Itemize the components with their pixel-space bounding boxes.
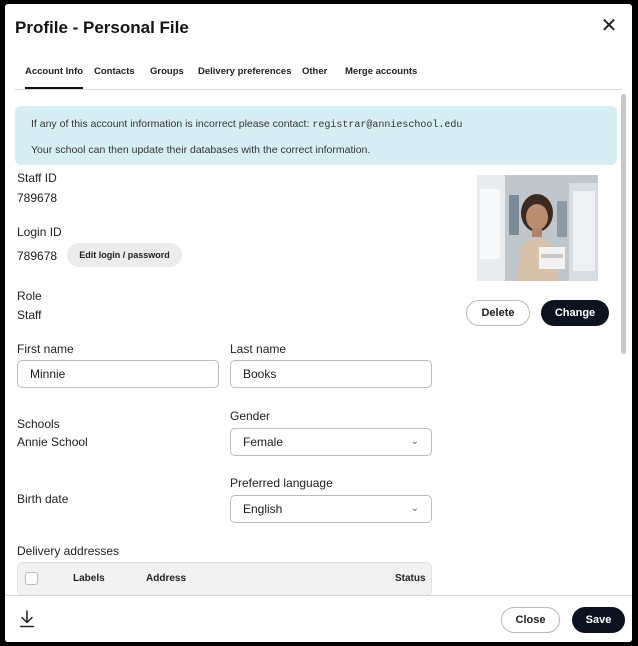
first-name-label: First name <box>17 342 74 356</box>
tab-delivery-preferences[interactable]: Delivery preferences <box>198 66 291 77</box>
gender-select[interactable]: Female ⌄ <box>230 428 432 456</box>
last-name-input[interactable]: Books <box>230 360 432 388</box>
scrollbar[interactable] <box>621 94 626 354</box>
chevron-down-icon: ⌄ <box>410 436 419 447</box>
delete-photo-button[interactable]: Delete <box>466 300 530 326</box>
close-button[interactable]: Close <box>501 607 560 633</box>
preferred-language-label: Preferred language <box>230 476 333 490</box>
column-header-address[interactable]: Address <box>146 573 186 584</box>
gender-label: Gender <box>230 409 271 423</box>
role-label: Role <box>17 289 42 303</box>
contact-email: registrar@annieschool.edu <box>312 120 463 131</box>
select-all-checkbox[interactable] <box>25 572 38 585</box>
tab-groups[interactable]: Groups <box>150 66 184 77</box>
edit-login-password-button[interactable]: Edit login / password <box>67 243 182 267</box>
account-info-panel: If any of this account information is in… <box>5 90 632 595</box>
notice-line-1: If any of this account information is in… <box>31 118 462 131</box>
delivery-addresses-table-header: Labels Address Status <box>17 562 432 595</box>
profile-photo <box>477 175 598 281</box>
gender-selected-value: Female <box>243 435 284 449</box>
tab-account-info[interactable]: Account Info <box>25 66 84 89</box>
last-name-label: Last name <box>230 342 287 356</box>
profile-modal: Profile - Personal File ✕ Account Info C… <box>5 4 632 642</box>
save-button[interactable]: Save <box>572 607 625 633</box>
language-selected-value: English <box>243 502 283 516</box>
staff-id-value: 789678 <box>17 191 58 205</box>
tab-contacts[interactable]: Contacts <box>94 66 135 77</box>
schools-label: Schools <box>17 417 60 431</box>
login-id-value: 789678 <box>17 249 58 263</box>
delivery-addresses-label: Delivery addresses <box>17 544 120 558</box>
tab-other[interactable]: Other <box>302 66 327 77</box>
notice-line-2: Your school can then update their databa… <box>31 144 371 156</box>
birth-date-label: Birth date <box>17 492 69 506</box>
tab-merge-accounts[interactable]: Merge accounts <box>345 66 417 77</box>
change-photo-button[interactable]: Change <box>541 300 609 326</box>
preferred-language-select[interactable]: English ⌄ <box>230 495 432 523</box>
close-icon[interactable]: ✕ <box>599 16 619 36</box>
chevron-down-icon: ⌄ <box>410 503 419 514</box>
modal-header: Profile - Personal File ✕ <box>5 4 632 54</box>
column-header-status[interactable]: Status <box>395 573 426 584</box>
download-icon[interactable] <box>19 610 35 628</box>
staff-id-label: Staff ID <box>17 171 57 185</box>
role-value: Staff <box>17 308 42 322</box>
info-notice: If any of this account information is in… <box>15 106 617 165</box>
notice-text: If any of this account information is in… <box>31 118 310 130</box>
first-name-input[interactable]: Minnie <box>17 360 219 388</box>
login-id-label: Login ID <box>17 225 62 239</box>
column-header-labels[interactable]: Labels <box>73 573 105 584</box>
tab-bar: Account Info Contacts Groups Delivery pr… <box>15 62 622 90</box>
schools-value: Annie School <box>17 435 88 449</box>
modal-title: Profile - Personal File <box>15 18 189 37</box>
modal-footer: Close Save <box>5 595 632 642</box>
